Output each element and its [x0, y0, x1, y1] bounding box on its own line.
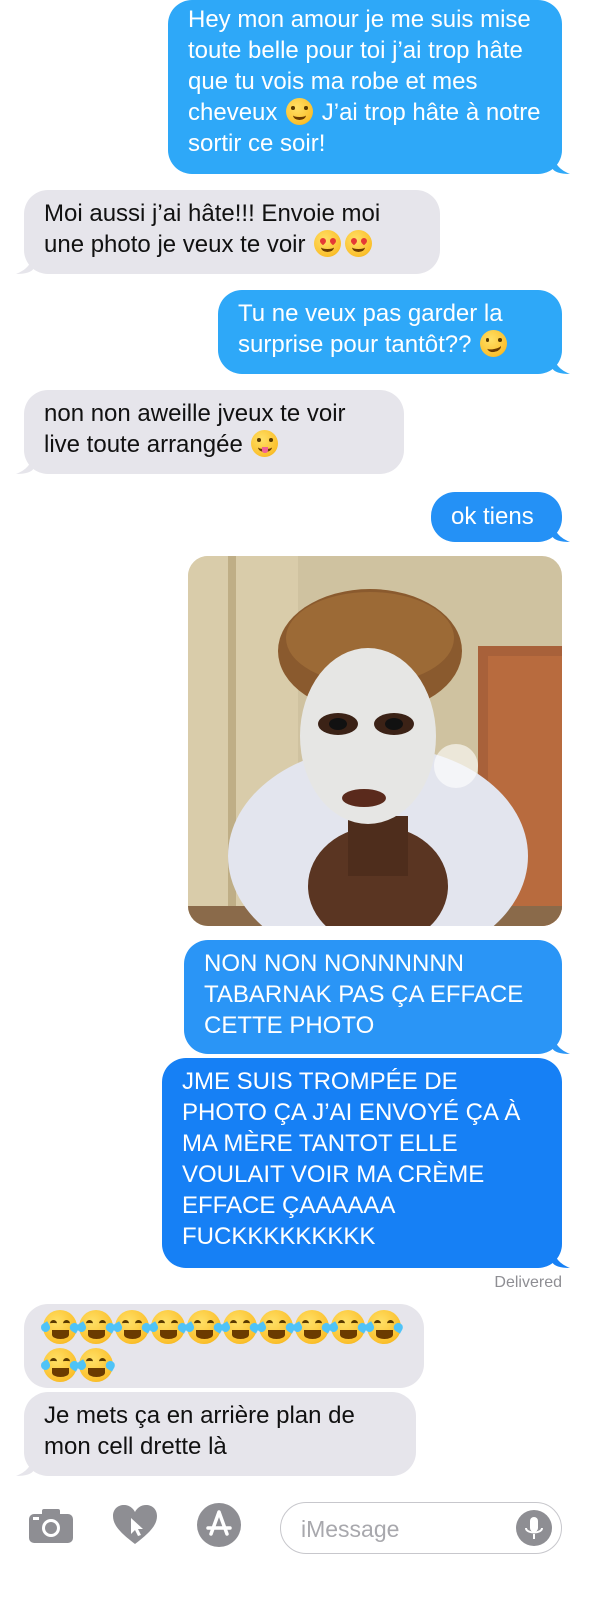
- message-bubble-incoming[interactable]: Je mets ça en arrière plan de mon cell d…: [16, 1392, 416, 1476]
- message-text: JME SUIS TROMPÉE DE PHOTO ÇA J’AI ENVOYÉ…: [182, 1068, 521, 1250]
- camera-icon[interactable]: [28, 1506, 74, 1544]
- message-bubble-outgoing[interactable]: NON NON NONNNNNN TABARNAK PAS ÇA EFFACE …: [184, 940, 570, 1054]
- face-with-tears-of-joy-icon: [183, 1310, 225, 1344]
- delivered-status: Delivered: [494, 1274, 562, 1291]
- photo-message[interactable]: [188, 556, 562, 926]
- message-bubble-outgoing[interactable]: Tu ne veux pas garder la surprise pour t…: [218, 290, 570, 374]
- message-text: Tu ne veux pas garder la surprise pour t…: [238, 300, 503, 358]
- imessage-input[interactable]: [299, 1513, 503, 1545]
- message-bubble-incoming[interactable]: non non aweille jveux te voir live toute…: [16, 390, 404, 474]
- message-text: ok tiens: [451, 503, 534, 530]
- bubble-tail: [552, 352, 570, 374]
- face-with-tears-of-joy-icon: [219, 1310, 261, 1344]
- face-with-tears-of-joy-icon: [255, 1310, 297, 1344]
- message-text: NON NON NONNNNNN TABARNAK PAS ÇA EFFACE …: [204, 950, 524, 1039]
- heart-eyes-face-icon: [314, 230, 342, 257]
- face-with-tears-of-joy-icon: [75, 1310, 117, 1344]
- message-bubble-incoming[interactable]: Moi aussi j’ai hâte!!! Envoie moi une ph…: [16, 190, 440, 274]
- face-with-tears-of-joy-icon: [75, 1348, 117, 1382]
- smiling-face-icon: [286, 98, 314, 125]
- tongue-face-icon: [251, 430, 279, 457]
- face-with-tears-of-joy-icon: [147, 1310, 189, 1344]
- imessage-input-field[interactable]: [280, 1502, 562, 1554]
- message-bubble-incoming[interactable]: [24, 1304, 424, 1388]
- bubble-tail: [552, 520, 570, 542]
- microphone-icon[interactable]: [515, 1509, 553, 1547]
- message-bubble-outgoing[interactable]: JME SUIS TROMPÉE DE PHOTO ÇA J’AI ENVOYÉ…: [162, 1058, 570, 1268]
- message-text: Je mets ça en arrière plan de mon cell d…: [44, 1402, 355, 1460]
- face-with-tears-of-joy-icon: [39, 1348, 81, 1382]
- bubble-tail: [16, 1454, 34, 1476]
- smirking-face-icon: [480, 330, 508, 357]
- face-with-tears-of-joy-icon: [327, 1310, 369, 1344]
- face-with-tears-of-joy-icon: [111, 1310, 153, 1344]
- message-text: non non aweille jveux te voir live toute…: [44, 400, 346, 458]
- message-bubble-outgoing[interactable]: Hey mon amour je me suis mise toute bell…: [168, 0, 570, 174]
- bubble-tail: [16, 452, 34, 474]
- face-with-tears-of-joy-icon: [39, 1310, 81, 1344]
- bubble-tail: [552, 1032, 570, 1054]
- bubble-tail: [16, 252, 34, 274]
- face-with-tears-of-joy-icon: [363, 1310, 405, 1344]
- digital-touch-heart-icon[interactable]: [112, 1504, 158, 1546]
- face-with-tears-of-joy-icon: [291, 1310, 333, 1344]
- message-bubble-outgoing[interactable]: ok tiens: [431, 492, 570, 542]
- app-store-icon[interactable]: [196, 1502, 242, 1548]
- heart-eyes-face-icon: [345, 230, 373, 257]
- selfie-photo: [188, 556, 562, 926]
- laughing-emoji-row: [39, 1310, 405, 1382]
- bubble-tail: [552, 152, 570, 174]
- bubble-tail: [552, 1246, 570, 1268]
